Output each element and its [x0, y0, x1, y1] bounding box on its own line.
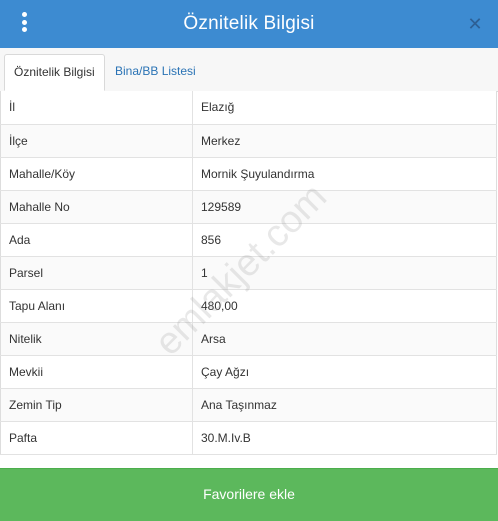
row-key: Mahalle/Köy: [0, 157, 193, 191]
modal-title: Öznitelik Bilgisi: [183, 13, 315, 34]
table-row: Ada 856: [0, 223, 497, 257]
tab-bina-bb-listesi[interactable]: Bina/BB Listesi: [106, 54, 205, 90]
table-row: Mevkii Çay Ağzı: [0, 355, 497, 389]
row-key: Nitelik: [0, 322, 193, 356]
modal-header: Öznitelik Bilgisi ✕: [0, 0, 498, 48]
table-row: Mahalle No 129589: [0, 190, 497, 224]
table-row: İl Elazığ: [0, 91, 497, 125]
row-value: Ana Taşınmaz: [192, 388, 497, 422]
row-value: 856: [192, 223, 497, 257]
row-value: Çay Ağzı: [192, 355, 497, 389]
row-value: Elazığ: [192, 91, 497, 125]
table-row: Mahalle/Köy Mornik Şuyulandırma: [0, 157, 497, 191]
row-key: Tapu Alanı: [0, 289, 193, 323]
table-row: Tapu Alanı 480,00: [0, 289, 497, 323]
table-row: Pafta 30.M.Iv.B: [0, 421, 497, 455]
close-icon[interactable]: ✕: [466, 14, 484, 34]
row-key: İlçe: [0, 124, 193, 158]
row-value: Arsa: [192, 322, 497, 356]
table-row: İlçe Merkez: [0, 124, 497, 158]
row-key: Ada: [0, 223, 193, 257]
row-key: Pafta: [0, 421, 193, 455]
attribute-table: İl Elazığ İlçe Merkez Mahalle/Köy Mornik…: [0, 91, 497, 455]
row-key: Mahalle No: [0, 190, 193, 224]
row-value: Mornik Şuyulandırma: [192, 157, 497, 191]
table-row: Nitelik Arsa: [0, 322, 497, 356]
row-value: 480,00: [192, 289, 497, 323]
row-value: 1: [192, 256, 497, 290]
row-key: Zemin Tip: [0, 388, 193, 422]
row-key: İl: [0, 91, 193, 125]
table-row: Parsel 1: [0, 256, 497, 290]
add-to-favorites-button[interactable]: Favorilere ekle: [0, 468, 498, 521]
row-key: Mevkii: [0, 355, 193, 389]
row-value: 129589: [192, 190, 497, 224]
tab-oznitelik-bilgisi[interactable]: Öznitelik Bilgisi: [4, 54, 105, 91]
row-value: 30.M.Iv.B: [192, 421, 497, 455]
row-key: Parsel: [0, 256, 193, 290]
row-value: Merkez: [192, 124, 497, 158]
tab-bar: Öznitelik Bilgisi Bina/BB Listesi: [0, 48, 498, 92]
table-row: Zemin Tip Ana Taşınmaz: [0, 388, 497, 422]
